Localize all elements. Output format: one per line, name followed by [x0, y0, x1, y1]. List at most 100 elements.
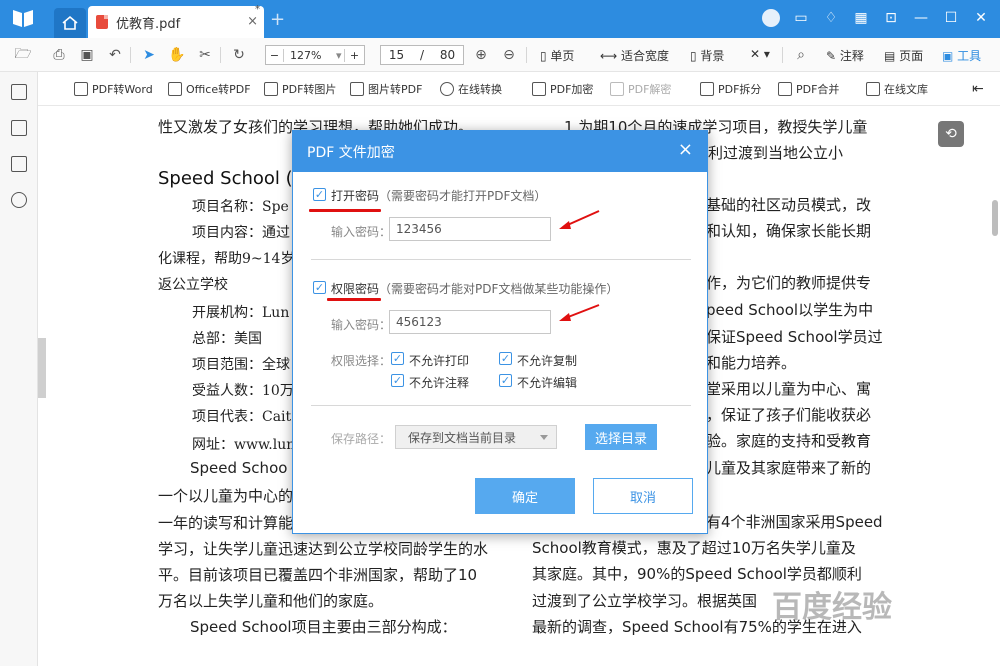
history-icon[interactable]: ⟲	[938, 121, 964, 147]
next-page-icon[interactable]: ⊖	[500, 46, 518, 64]
permission-password-input-label: 输入密码：	[331, 318, 392, 332]
single-page-button[interactable]: ▯ 单页	[540, 47, 574, 64]
tools-button[interactable]: ▣ 工具	[942, 47, 981, 64]
doc-heading: Speed School (	[158, 168, 293, 189]
save-path-select[interactable]: 保存到文档当前目录	[395, 425, 557, 449]
annotation-list-icon[interactable]	[11, 120, 27, 136]
doc-line: 堂采用以儿童为中心、寓	[706, 380, 872, 398]
search-panel-icon[interactable]	[11, 192, 27, 208]
open-password-checkbox[interactable]: ✓	[313, 188, 326, 201]
permission-select-label: 权限选择：	[331, 354, 392, 368]
save-icon[interactable]: ▣	[78, 46, 96, 64]
search-icon[interactable]: ⌕	[792, 46, 810, 64]
permission-password-checkbox[interactable]: ✓	[313, 281, 326, 294]
pdf-to-image-button[interactable]: PDF转图片	[264, 81, 336, 97]
doc-line: 基础的社区动员模式，改	[706, 196, 872, 214]
annotate-button[interactable]: ✎ 注释	[826, 47, 864, 64]
doc-line: 儿童及其家庭带来了新的	[706, 459, 872, 477]
open-password-input-label: 输入密码：	[331, 225, 392, 239]
page-navigator[interactable]: 15 / 80	[380, 45, 464, 65]
thumbnail-icon[interactable]	[11, 156, 27, 172]
doc-line: peed School以学生为中	[706, 301, 874, 319]
undo-icon[interactable]: ↶	[106, 46, 124, 64]
online-library-button[interactable]: 在线文库	[866, 81, 928, 97]
cut-icon[interactable]: ✂	[196, 46, 214, 64]
page-button[interactable]: ▤ 页面	[884, 47, 923, 64]
save-path-value: 保存到文档当前目录	[408, 430, 517, 445]
new-tab-button[interactable]: +	[270, 9, 285, 30]
office-to-pdf-button[interactable]: Office转PDF	[168, 81, 251, 97]
doc-line: 平。目前该项目已覆盖四个非洲国家，帮助了10	[158, 566, 478, 584]
fit-tools-icon[interactable]: ✕ ▾	[750, 47, 770, 61]
left-sidebar	[0, 72, 38, 666]
doc-line: 项目名称：Spe	[192, 199, 289, 215]
user-avatar[interactable]	[762, 9, 780, 27]
no-edit-label: 不允许编辑	[517, 376, 578, 390]
pdf-decrypt-button[interactable]: PDF解密	[610, 81, 671, 97]
function-bar: PDF转Word Office转PDF PDF转图片 图片转PDF 在线转换 P…	[0, 72, 1000, 106]
red-underline-annotation	[327, 298, 381, 301]
pdf-split-button[interactable]: PDF拆分	[700, 81, 761, 97]
hand-tool-icon[interactable]: ✋	[168, 46, 186, 64]
minimize-icon[interactable]: —	[912, 9, 930, 27]
rotate-icon[interactable]: ↻	[230, 46, 248, 64]
ok-button[interactable]: 确定	[475, 478, 575, 514]
background-button[interactable]: ▯ 背景	[690, 47, 724, 64]
bookmark-icon[interactable]	[11, 84, 27, 100]
pdf-to-word-button[interactable]: PDF转Word	[74, 81, 153, 97]
doc-line: 一年的读写和计算能	[158, 514, 294, 532]
no-edit-checkbox[interactable]: ✓	[499, 374, 512, 387]
zoom-in-button[interactable]: +	[344, 48, 364, 62]
doc-line: 网址：www.lun	[192, 437, 296, 453]
fullscreen-icon[interactable]: ⊡	[882, 9, 900, 27]
document-tab[interactable]: 优教育.pdf * ×	[88, 4, 264, 38]
save-path-label: 保存路径：	[331, 432, 392, 446]
doc-line: 作，为它们的教师提供专	[706, 274, 872, 292]
no-print-checkbox[interactable]: ✓	[391, 352, 404, 365]
current-page[interactable]: 15	[389, 48, 404, 62]
apps-grid-icon[interactable]: ▦	[852, 9, 870, 27]
dialog-close-icon[interactable]: ×	[678, 139, 693, 160]
pdf-file-icon	[96, 15, 108, 29]
image-to-pdf-button[interactable]: 图片转PDF	[350, 81, 422, 97]
pdf-encrypt-button[interactable]: PDF加密	[532, 81, 593, 97]
choose-directory-button[interactable]: 选择目录	[585, 424, 657, 450]
cancel-button[interactable]: 取消	[593, 478, 693, 514]
skin-icon[interactable]: ♢	[822, 9, 840, 27]
page-separator: /	[419, 48, 425, 62]
permission-password-input[interactable]: 456123	[389, 310, 551, 334]
zoom-dropdown-icon[interactable]: ▾	[336, 49, 344, 62]
fit-width-button[interactable]: ⟷ 适合宽度	[600, 47, 669, 64]
doc-line: 一个以儿童为中心的	[158, 487, 294, 505]
online-convert-button[interactable]: 在线转换	[440, 81, 502, 97]
pdf-merge-button[interactable]: PDF合并	[778, 81, 839, 97]
vertical-scrollbar[interactable]	[992, 200, 998, 236]
section-divider	[311, 405, 691, 406]
close-window-icon[interactable]: ✕	[972, 9, 990, 27]
open-file-icon[interactable]: 🗁	[14, 46, 32, 64]
no-annotate-checkbox[interactable]: ✓	[391, 374, 404, 387]
prev-page-icon[interactable]: ⊕	[472, 46, 490, 64]
print-icon[interactable]: ⎙	[50, 46, 68, 64]
collapse-bar-icon[interactable]: ⇤	[972, 81, 984, 97]
no-copy-checkbox[interactable]: ✓	[499, 352, 512, 365]
home-tab[interactable]	[54, 8, 86, 38]
dialog-title: PDF 文件加密	[307, 144, 395, 161]
doc-line: 化课程，帮助9~14岁	[158, 251, 295, 267]
doc-line: 过渡到了公立学校学习。根据英国	[532, 592, 758, 610]
doc-line: 万名以上失学儿童和他们的家庭。	[158, 592, 384, 610]
no-print-label: 不允许打印	[409, 354, 470, 368]
doc-line: 有4个非洲国家采用Speed	[706, 513, 883, 531]
sidebar-toggle-handle[interactable]	[38, 338, 46, 398]
open-password-input[interactable]: 123456	[389, 217, 551, 241]
watermark: 百度经验	[772, 590, 892, 625]
feedback-icon[interactable]: ▭	[792, 9, 810, 27]
select-cursor-icon[interactable]: ➤	[140, 46, 158, 64]
title-bar: 优教育.pdf * × + ▭ ♢ ▦ ⊡ — ☐ ✕	[0, 0, 1000, 38]
maximize-icon[interactable]: ☐	[942, 9, 960, 27]
zoom-value[interactable]: 127%	[284, 49, 336, 62]
close-tab-icon[interactable]: ×	[247, 14, 258, 29]
zoom-out-button[interactable]: −	[266, 48, 284, 62]
doc-line: Speed School项目主要由三部分构成：	[190, 618, 457, 636]
total-pages: 80	[439, 48, 456, 62]
